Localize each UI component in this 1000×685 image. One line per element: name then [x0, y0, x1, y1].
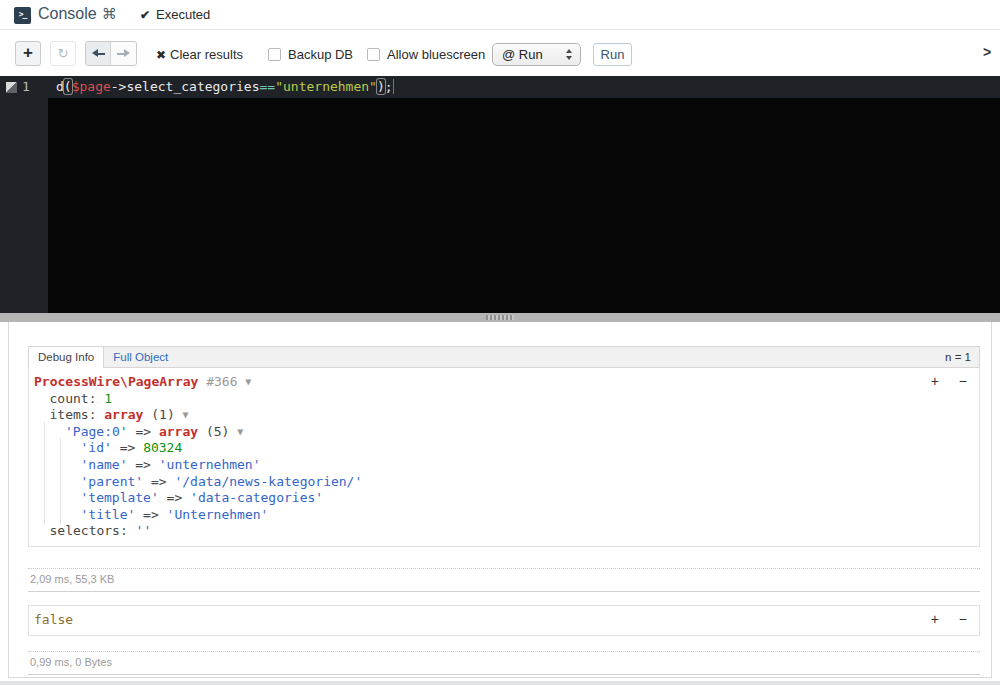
dump-line: items: array (1) ▼: [34, 407, 969, 424]
code-editor[interactable]: 1 d($page->select_categories=="unternehm…: [0, 76, 1000, 313]
panel-header: >_ Console ⌘ ✔ Executed: [0, 0, 1000, 30]
dump-line: selectors: '': [34, 523, 969, 540]
toolbar: + ↻ ✖ Clear results Backup DB Allow blues…: [0, 30, 1000, 76]
dump-line: 'name' => 'unternehmen': [34, 457, 969, 474]
select-arrows-icon: [566, 49, 572, 60]
dump-meta-1: 2,09 ms, 55,3 KB: [28, 568, 980, 592]
editor-gutter: [0, 76, 48, 313]
dump-controls-1: + −: [915, 373, 967, 389]
dump-line: false: [34, 612, 969, 629]
dump-line: count: 1: [34, 391, 969, 408]
line-number: 1: [22, 79, 30, 94]
restore-button[interactable]: ↻: [50, 41, 76, 66]
dump-output-1: + − ProcessWire\PageArray #366 ▼count: 1…: [28, 367, 980, 547]
history-nav-group: [85, 41, 137, 66]
forward-arrow-icon: [117, 49, 130, 58]
console-terminal-icon: >_: [14, 7, 31, 24]
dump-line: 'title' => 'Unternehmen': [34, 507, 969, 524]
status-text: Executed: [156, 7, 210, 22]
dump-expand-button[interactable]: +: [931, 373, 939, 389]
gutter-marker-icon: [6, 82, 17, 93]
allow-bluescreen-option: Allow bluescreen: [367, 47, 485, 61]
dump-line: 'parent' => '/data/news-kategorien/': [34, 474, 969, 491]
results-panel: Debug InfoFull Object n = 1 + − ProcessWi…: [8, 322, 992, 678]
dump-line: 'id' => 80324: [34, 440, 969, 457]
dump-collapse-button[interactable]: −: [959, 373, 967, 389]
backup-db-checkbox[interactable]: [268, 48, 281, 61]
clear-results-label: Clear results: [170, 47, 243, 62]
keyboard-shortcut-icon: ⌘: [102, 5, 117, 23]
allow-bluescreen-label: Allow bluescreen: [387, 47, 485, 62]
panel-expand-arrow[interactable]: >: [983, 44, 991, 60]
dump-expand-button[interactable]: +: [931, 611, 939, 627]
tab-debug-info[interactable]: Debug Info: [29, 347, 104, 368]
tab-full-object[interactable]: Full Object: [104, 347, 177, 367]
page-bottom-strip: [0, 681, 1000, 685]
dump-output-2: + − false: [28, 605, 980, 636]
code-line: d($page->select_categories=="unternehmen…: [56, 79, 394, 94]
result-count: n = 1: [945, 351, 971, 363]
allow-bluescreen-checkbox[interactable]: [367, 48, 380, 61]
dump-meta-2: 0,99 ms, 0 Bytes: [28, 651, 980, 675]
history-forward-button[interactable]: [111, 42, 136, 65]
panel-title: Console ⌘: [38, 5, 117, 23]
dump-line: 'template' => 'data-categories': [34, 490, 969, 507]
history-back-button[interactable]: [86, 42, 111, 65]
result-tabs: Debug InfoFull Object n = 1: [28, 346, 980, 368]
dump-collapse-button[interactable]: −: [959, 611, 967, 627]
backup-db-label: Backup DB: [288, 47, 353, 62]
status-executed: ✔ Executed: [140, 7, 210, 22]
run-mode-value: @ Run: [502, 47, 543, 62]
resize-handle[interactable]: [0, 313, 1000, 322]
dump-controls-2: + −: [915, 611, 967, 627]
clear-x-icon: ✖: [156, 48, 166, 62]
panel-title-text: Console: [38, 5, 97, 22]
check-icon: ✔: [140, 8, 150, 22]
run-button[interactable]: Run: [593, 43, 632, 66]
back-arrow-icon: [92, 49, 105, 58]
dump-line: ProcessWire\PageArray #366 ▼: [34, 374, 969, 391]
backup-db-option: Backup DB: [268, 47, 353, 61]
dump-line: 'Page:0' => array (5) ▼: [34, 424, 969, 441]
add-snippet-button[interactable]: +: [15, 41, 41, 66]
clear-results-button[interactable]: ✖ Clear results: [156, 47, 243, 62]
run-mode-select[interactable]: @ Run: [492, 43, 581, 66]
